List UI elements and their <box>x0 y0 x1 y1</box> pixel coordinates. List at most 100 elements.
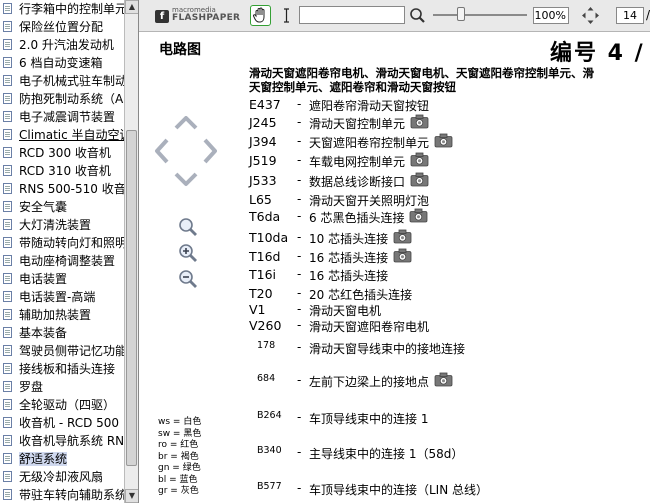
tree-item-label: 基本装备 <box>19 326 68 340</box>
hand-tool-button[interactable] <box>250 5 271 26</box>
tree-item[interactable]: RCD 310 收音机 <box>0 162 124 180</box>
component-description: 主导线束中的连接 1（58d） <box>309 445 463 462</box>
text-select-button[interactable] <box>276 5 297 26</box>
tree-item[interactable]: Climatic 半自动空调 <box>0 126 124 144</box>
document-icon <box>3 219 12 230</box>
tree-item[interactable]: 6 档自动变速箱 <box>0 54 124 72</box>
component-code: 684 <box>257 373 276 384</box>
zoom-reset-button[interactable] <box>177 216 199 238</box>
component-description: 6 芯黑色插头连接 <box>309 208 428 228</box>
legend-code: sw <box>158 428 171 439</box>
camera-icon[interactable] <box>393 229 412 247</box>
page-number-field[interactable]: 14 <box>616 7 644 24</box>
camera-icon[interactable] <box>410 172 429 190</box>
component-dash: - <box>297 318 302 332</box>
zoom-level-field[interactable]: 100% <box>533 7 569 24</box>
tree-item[interactable]: 无级冷却液风扇 <box>0 468 124 486</box>
zoom-slider[interactable] <box>433 7 527 21</box>
logo-product: FLASHPAPER <box>172 13 241 23</box>
camera-icon[interactable] <box>434 372 453 390</box>
tree-item-label: 接线板和插头连接 <box>19 362 116 376</box>
zoom-in-button[interactable] <box>177 242 199 264</box>
document-icon <box>3 417 12 428</box>
pan-left-icon[interactable] <box>155 138 169 164</box>
tree-item[interactable]: 电动座椅调整装置 <box>0 252 124 270</box>
legend-color-name: 黑色 <box>183 428 202 439</box>
tree-item[interactable]: 安全气囊 <box>0 198 124 216</box>
zoom-slider-knob[interactable] <box>457 7 465 21</box>
search-button[interactable] <box>407 5 428 26</box>
tree-item[interactable]: 全轮驱动（四驱） <box>0 396 124 414</box>
tree-item-label: 电子减震调节装置 <box>19 110 116 124</box>
scroll-down-arrow-icon[interactable]: ▼ <box>125 489 138 503</box>
tree-item[interactable]: 2.0 升汽油发动机 <box>0 36 124 54</box>
component-description-text: 20 芯红色插头连接 <box>309 288 413 302</box>
component-dash: - <box>297 445 302 459</box>
component-description-text: 16 芯插头连接 <box>309 269 389 283</box>
component-code: T16d <box>249 249 281 264</box>
tree-item[interactable]: 防抱死制动系统（A <box>0 90 124 108</box>
tree-item-label: 安全气囊 <box>19 200 68 214</box>
component-description: 滑动天窗电机 <box>309 302 381 319</box>
camera-icon[interactable] <box>410 114 429 132</box>
component-description-text: 车顶导线束中的连接（LIN 总线） <box>309 483 489 497</box>
component-dash: - <box>297 302 302 316</box>
camera-icon[interactable] <box>410 152 429 170</box>
tree-item[interactable]: 罗盘 <box>0 378 124 396</box>
tree-item[interactable]: 驾驶员侧带记忆功能 <box>0 342 124 360</box>
tree-item[interactable]: 电话装置 <box>0 270 124 288</box>
tree-item[interactable]: 电子减震调节装置 <box>0 108 124 126</box>
legend-equals: = <box>170 417 184 427</box>
tree-item[interactable]: 大灯清洗装置 <box>0 216 124 234</box>
tree-item-label: RNS 500-510 收音机 <box>19 182 124 196</box>
pan-down-icon[interactable] <box>174 172 198 186</box>
component-description-text: 车载电网控制单元 <box>309 155 406 169</box>
document-icon <box>3 165 12 176</box>
tree-item[interactable]: 基本装备 <box>0 324 124 342</box>
tree-item[interactable]: 收音机导航系统 RNS <box>0 432 124 450</box>
document-icon <box>3 309 12 320</box>
tree-item[interactable]: 电子机械式驻车制动 <box>0 72 124 90</box>
camera-icon[interactable] <box>434 133 453 151</box>
component-description: 车顶导线束中的连接 1 <box>309 410 428 427</box>
tree-item[interactable]: 保险丝位置分配 <box>0 18 124 36</box>
scroll-thumb[interactable] <box>126 130 137 466</box>
tree-item[interactable]: 行李箱中的控制单元 <box>0 0 124 18</box>
tree-item[interactable]: 电话装置-高端 <box>0 288 124 306</box>
component-description: 遮阳卷帘滑动天窗按钮 <box>309 97 429 114</box>
zoom-out-button[interactable] <box>177 268 199 290</box>
tree-item[interactable]: RNS 500-510 收音机 <box>0 180 124 198</box>
tree-item[interactable]: 带随动转向灯和照明 <box>0 234 124 252</box>
tree-item[interactable]: 收音机 - RCD 500 <box>0 414 124 432</box>
pan-up-icon[interactable] <box>174 116 198 130</box>
search-input[interactable] <box>299 6 405 24</box>
tree-item[interactable]: 舒适系统 <box>0 450 124 468</box>
component-code: E437 <box>249 97 281 112</box>
component-description: 10 芯插头连接 <box>309 229 412 249</box>
component-description-text: 主导线束中的连接 1（58d） <box>309 447 464 461</box>
tree-item-label: 收音机 - RCD 500 <box>19 416 120 430</box>
component-dash: - <box>297 340 302 354</box>
legend-equals: = <box>170 428 184 439</box>
fit-page-button[interactable] <box>580 5 601 26</box>
scroll-up-arrow-icon[interactable]: ▲ <box>125 0 138 14</box>
tree-item[interactable]: 接线板和插头连接 <box>0 360 124 378</box>
document-icon <box>3 57 12 68</box>
tree-item[interactable]: 带驻车转向辅助系统 <box>0 486 124 503</box>
document-icon <box>3 291 12 302</box>
tree-scrollbar[interactable]: ▲ ▼ <box>124 0 138 503</box>
camera-icon[interactable] <box>409 208 428 226</box>
diagram-heading-line1: 滑动天窗遮阳卷帘电机、滑动天窗电机、天窗遮阳卷帘控制单元、滑 <box>249 66 594 80</box>
component-description-text: 左前下边梁上的接地点 <box>309 375 430 389</box>
document-icon <box>3 201 12 212</box>
document-icon <box>3 129 12 140</box>
tree-item[interactable]: RCD 300 收音机 <box>0 144 124 162</box>
tree-item-label: 舒适系统 <box>19 452 68 466</box>
tree-item-label: 防抱死制动系统（A <box>19 92 124 106</box>
document-icon <box>3 147 12 158</box>
component-description-text: 6 芯黑色插头连接 <box>309 211 405 225</box>
camera-icon[interactable] <box>393 248 412 266</box>
tree-item[interactable]: 辅助加热装置 <box>0 306 124 324</box>
component-code: J533 <box>249 173 277 188</box>
pan-right-icon[interactable] <box>203 138 217 164</box>
